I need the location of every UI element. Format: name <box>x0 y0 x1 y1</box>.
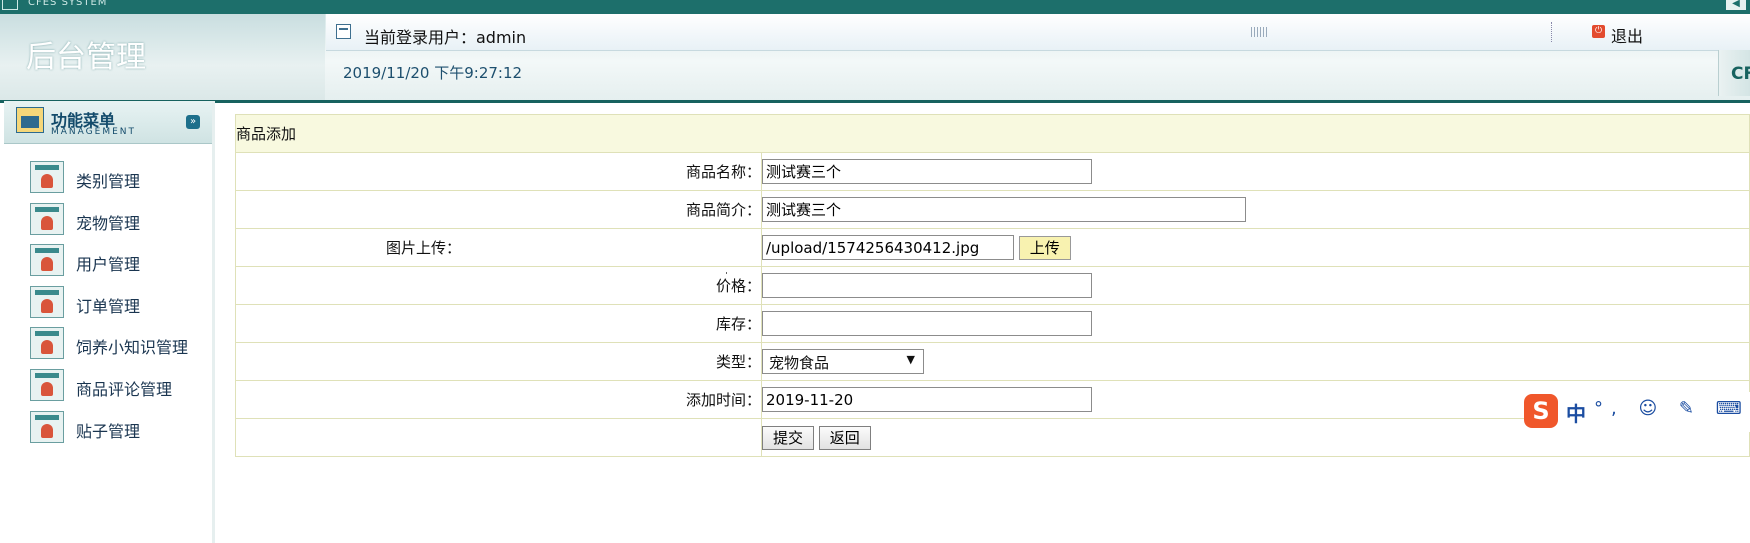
add-time-input[interactable] <box>762 387 1092 412</box>
product-intro-input[interactable] <box>762 197 1246 222</box>
sidebar-item-label: 宠物管理 <box>76 214 141 233</box>
user-card-icon <box>30 369 64 401</box>
current-user-label: 当前登录用户：admin <box>364 28 527 47</box>
top-strip: CFES SYSTEM ◀ <box>0 0 1750 14</box>
product-intro-cell <box>761 190 1750 229</box>
type-select[interactable]: 宠物食品 ▼ <box>762 349 924 374</box>
sidebar-splitter[interactable] <box>212 101 215 543</box>
user-window-icon <box>336 24 351 39</box>
back-button[interactable]: 返回 <box>818 425 871 450</box>
user-card-icon <box>30 286 64 318</box>
logout-link[interactable]: 退出 <box>1611 23 1643 47</box>
sidebar-item-label: 商品评论管理 <box>76 380 173 399</box>
menu-folder-icon <box>16 107 44 133</box>
user-card-icon <box>30 244 64 276</box>
price-label: 价格： <box>235 266 762 305</box>
brand-title: 后台管理 <box>26 40 146 75</box>
product-name-input[interactable] <box>762 159 1092 184</box>
type-label: 类型： <box>235 342 762 381</box>
sidebar-header: 功能菜单 MANAGEMENT » <box>4 101 212 144</box>
image-upload-label: 图片上传： <box>235 228 762 267</box>
sidebar-item-users[interactable]: 用户管理 <box>30 244 210 280</box>
drag-grip-icon[interactable] <box>1251 27 1267 37</box>
sidebar-item-posts[interactable]: 贴子管理 <box>30 411 210 447</box>
sidebar-item-category[interactable]: 类别管理 <box>30 161 210 197</box>
sidebar-item-label: 用户管理 <box>76 255 141 274</box>
user-card-icon <box>30 161 64 193</box>
sidebar-item-label: 订单管理 <box>76 297 141 316</box>
form-caption: 商品添加 <box>235 114 1750 153</box>
text-cursor-icon <box>726 272 727 274</box>
ime-tool-icons[interactable]: °, ☺ ✎ ⌨ <box>1594 398 1750 419</box>
price-input[interactable] <box>762 273 1092 298</box>
image-path-input[interactable] <box>762 235 1014 260</box>
system-name: CFES SYSTEM <box>28 0 108 8</box>
sidebar-item-label: 类别管理 <box>76 172 141 191</box>
stock-label: 库存： <box>235 304 762 343</box>
datetime-display: 2019/11/20 下午9:27:12 <box>343 64 523 82</box>
sidebar: 功能菜单 MANAGEMENT » 类别管理 宠物管理 用户管理 订单管理 饲养… <box>4 101 215 543</box>
image-upload-cell: 上传 <box>761 228 1750 267</box>
sidebar-item-comments[interactable]: 商品评论管理 <box>30 369 210 405</box>
ime-mode-toggle[interactable]: 中 <box>1566 398 1586 427</box>
ime-toolbar[interactable]: S 中 °, ☺ ✎ ⌨ <box>1524 392 1750 432</box>
actions-empty-cell <box>235 418 762 457</box>
sidebar-item-orders[interactable]: 订单管理 <box>30 286 210 322</box>
scroll-arrow-icon[interactable]: ◀ <box>1726 0 1746 10</box>
price-cell <box>761 266 1750 305</box>
user-card-icon <box>30 411 64 443</box>
brand-area: 后台管理 <box>0 14 325 100</box>
sidebar-item-label: 饲养小知识管理 <box>76 338 189 357</box>
header-side-panel: CF <box>1718 50 1750 96</box>
type-selected-value: 宠物食品 <box>769 354 830 372</box>
sidebar-item-label: 贴子管理 <box>76 422 141 441</box>
type-cell: 宠物食品 ▼ <box>761 342 1750 381</box>
add-time-label: 添加时间： <box>235 380 762 419</box>
user-bar: 当前登录用户：admin ⏻ 退出 <box>326 14 1750 51</box>
upload-button[interactable]: 上传 <box>1018 235 1071 260</box>
divider <box>1551 22 1553 42</box>
sogou-logo-icon[interactable]: S <box>1524 394 1558 428</box>
user-card-icon <box>30 327 64 359</box>
sidebar-item-pets[interactable]: 宠物管理 <box>30 203 210 239</box>
product-add-form: 商品添加 商品名称： 商品简介： 图片上传： 上传 价格： <box>235 114 1750 457</box>
stock-input[interactable] <box>762 311 1092 336</box>
chevron-down-icon: ▼ <box>906 353 915 366</box>
stock-cell <box>761 304 1750 343</box>
sidebar-subtitle: MANAGEMENT <box>51 127 136 137</box>
collapse-chevron-icon[interactable]: » <box>186 115 200 129</box>
product-name-cell <box>761 152 1750 191</box>
product-name-label: 商品名称： <box>235 152 762 191</box>
main-content: 商品添加 商品名称： 商品简介： 图片上传： 上传 价格： <box>235 114 1750 457</box>
sidebar-item-knowledge[interactable]: 饲养小知识管理 <box>30 327 210 363</box>
logout-icon[interactable]: ⏻ <box>1592 25 1605 38</box>
submit-button[interactable]: 提交 <box>762 425 815 450</box>
product-intro-label: 商品简介： <box>235 190 762 229</box>
header-side-text: CF <box>1731 64 1750 84</box>
user-card-icon <box>30 203 64 235</box>
system-icon <box>2 0 18 10</box>
